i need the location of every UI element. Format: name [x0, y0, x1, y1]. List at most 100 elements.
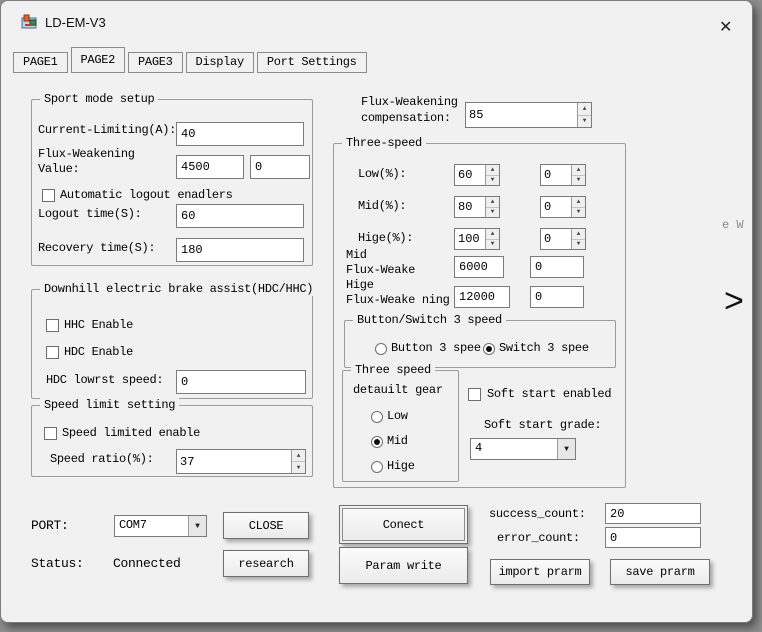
- flux-weakening-value-label-line1: Flux-Weakening: [38, 147, 135, 161]
- logout-time-input[interactable]: [176, 204, 304, 228]
- close-window-button[interactable]: ✕: [719, 17, 732, 37]
- status-label: Status:: [31, 553, 84, 575]
- button-3-speed-label: Button 3 spee: [391, 341, 481, 356]
- speed-limited-enable-checkbox[interactable]: [44, 427, 57, 440]
- brake-assist-group-title: Downhill electric brake assist(HDC/HHC): [40, 282, 317, 296]
- param-write-button[interactable]: Param write: [339, 547, 468, 584]
- low-second-spinner: ▲ ▼: [540, 164, 586, 186]
- success-count-label: success_count:: [489, 503, 586, 525]
- switch-3-speed-label: Switch 3 spee: [499, 341, 589, 356]
- low-percent-input[interactable]: [455, 165, 485, 185]
- soft-start-checkbox[interactable]: [468, 388, 481, 401]
- sport-mode-group-title: Sport mode setup: [40, 92, 158, 106]
- spin-up-icon[interactable]: ▲: [292, 450, 305, 462]
- spin-down-icon[interactable]: ▼: [572, 176, 585, 186]
- mid-percent-input[interactable]: [455, 197, 485, 217]
- speed-limit-group: Speed limit setting Speed limited enable…: [31, 405, 313, 477]
- spin-down-icon[interactable]: ▼: [572, 240, 585, 250]
- low-percent-spin-buttons: ▲ ▼: [485, 165, 499, 185]
- spin-down-icon[interactable]: ▼: [578, 116, 591, 128]
- mid-second-input[interactable]: [541, 197, 571, 217]
- dropdown-arrow-icon[interactable]: ▼: [188, 516, 206, 536]
- spin-up-icon[interactable]: ▲: [486, 229, 499, 240]
- spin-down-icon[interactable]: ▼: [572, 208, 585, 218]
- hdc-enable-label: HDC Enable: [64, 345, 133, 359]
- low-percent-spinner: ▲ ▼: [454, 164, 500, 186]
- mid-flux-second-input[interactable]: [530, 256, 584, 278]
- flux-compensation-spinner: ▲ ▼: [465, 102, 592, 128]
- low-second-input[interactable]: [541, 165, 571, 185]
- spin-down-icon[interactable]: ▼: [292, 462, 305, 473]
- flux-weakening-value-input[interactable]: [176, 155, 244, 179]
- brake-assist-group: Downhill electric brake assist(HDC/HHC) …: [31, 289, 313, 399]
- hhc-enable-label: HHC Enable: [64, 318, 133, 332]
- hige-flux-label-line2: Flux-Weake ning: [346, 293, 450, 307]
- spin-down-icon[interactable]: ▼: [486, 240, 499, 250]
- app-window: LD-EM-V3 ✕ PAGE1 PAGE2 PAGE3 Display Por…: [0, 0, 753, 623]
- three-speed-group: Three-speed Low(%): ▲ ▼ ▲ ▼ Mid(%): ▲ ▼: [333, 143, 626, 488]
- spin-up-icon[interactable]: ▲: [578, 103, 591, 116]
- spin-up-icon[interactable]: ▲: [572, 165, 585, 176]
- speed-ratio-label: Speed ratio(%):: [50, 447, 154, 472]
- tab-port-settings[interactable]: Port Settings: [257, 52, 367, 73]
- auto-logout-checkbox[interactable]: [42, 189, 55, 202]
- spin-up-icon[interactable]: ▲: [486, 197, 499, 208]
- soft-start-label: Soft start enabled: [487, 387, 611, 402]
- button-switch-group-title: Button/Switch 3 speed: [353, 313, 506, 327]
- close-port-button[interactable]: CLOSE: [223, 512, 309, 539]
- spin-up-icon[interactable]: ▲: [572, 197, 585, 208]
- spin-down-icon[interactable]: ▼: [486, 208, 499, 218]
- error-count-label: error_count:: [497, 527, 580, 549]
- spin-up-icon[interactable]: ▲: [486, 165, 499, 176]
- mid-percent-label: Mid(%):: [358, 194, 406, 218]
- app-icon: [21, 14, 39, 30]
- flux-compensation-label-line2: compensation:: [361, 111, 451, 125]
- logout-time-label: Logout time(S):: [38, 202, 142, 226]
- hige-flux-second-input[interactable]: [530, 286, 584, 308]
- gear-mid-radio[interactable]: [371, 436, 383, 448]
- button-switch-group: Button/Switch 3 speed Button 3 spee Swit…: [344, 320, 616, 368]
- tab-strip: PAGE1 PAGE2 PAGE3 Display Port Settings: [13, 49, 367, 73]
- hhc-enable-checkbox[interactable]: [46, 319, 59, 332]
- hige-flux-input[interactable]: [454, 286, 510, 308]
- current-limiting-input[interactable]: [176, 122, 304, 146]
- hige-percent-input[interactable]: [455, 229, 485, 249]
- spin-up-icon[interactable]: ▲: [572, 229, 585, 240]
- save-param-button[interactable]: save prarm: [610, 559, 710, 585]
- mid-percent-spin-buttons: ▲ ▼: [485, 197, 499, 217]
- gear-low-radio[interactable]: [371, 411, 383, 423]
- hige-second-input[interactable]: [541, 229, 571, 249]
- connect-button[interactable]: Conect: [339, 505, 468, 544]
- hige-second-spin-buttons: ▲ ▼: [571, 229, 585, 249]
- mid-flux-label-line1: Mid: [346, 248, 367, 262]
- flux-compensation-input[interactable]: [466, 103, 577, 127]
- speed-ratio-spin-buttons: ▲ ▼: [291, 450, 305, 473]
- switch-3-speed-radio[interactable]: [483, 343, 495, 355]
- soft-start-grade-select[interactable]: 4 ▼: [470, 438, 576, 460]
- error-count-input[interactable]: [605, 527, 701, 548]
- dropdown-arrow-icon[interactable]: ▼: [557, 439, 575, 459]
- hdc-lowest-speed-input[interactable]: [176, 370, 306, 394]
- hdc-enable-checkbox[interactable]: [46, 346, 59, 359]
- tab-page3[interactable]: PAGE3: [128, 52, 183, 73]
- port-select[interactable]: COM7 ▼: [114, 515, 207, 537]
- button-3-speed-radio[interactable]: [375, 343, 387, 355]
- soft-start-grade-value: 4: [471, 439, 557, 459]
- recovery-time-input[interactable]: [176, 238, 304, 262]
- hige-percent-spin-buttons: ▲ ▼: [485, 229, 499, 249]
- port-label: PORT:: [31, 515, 69, 537]
- mid-flux-input[interactable]: [454, 256, 504, 278]
- spin-down-icon[interactable]: ▼: [486, 176, 499, 186]
- mid-flux-label-line2: Flux-Weake: [346, 263, 415, 277]
- tab-page2[interactable]: PAGE2: [71, 47, 126, 73]
- flux-weakening-value2-input[interactable]: [250, 155, 310, 179]
- tab-page1[interactable]: PAGE1: [13, 52, 68, 73]
- gear-hige-radio[interactable]: [371, 461, 383, 473]
- speed-ratio-input[interactable]: [177, 450, 291, 473]
- import-param-button[interactable]: import prarm: [490, 559, 590, 585]
- tab-display[interactable]: Display: [186, 52, 254, 73]
- research-button[interactable]: research: [223, 550, 309, 577]
- background-partial-text: e W: [722, 218, 744, 232]
- three-speed-group-title: Three-speed: [342, 136, 426, 150]
- success-count-input[interactable]: [605, 503, 701, 524]
